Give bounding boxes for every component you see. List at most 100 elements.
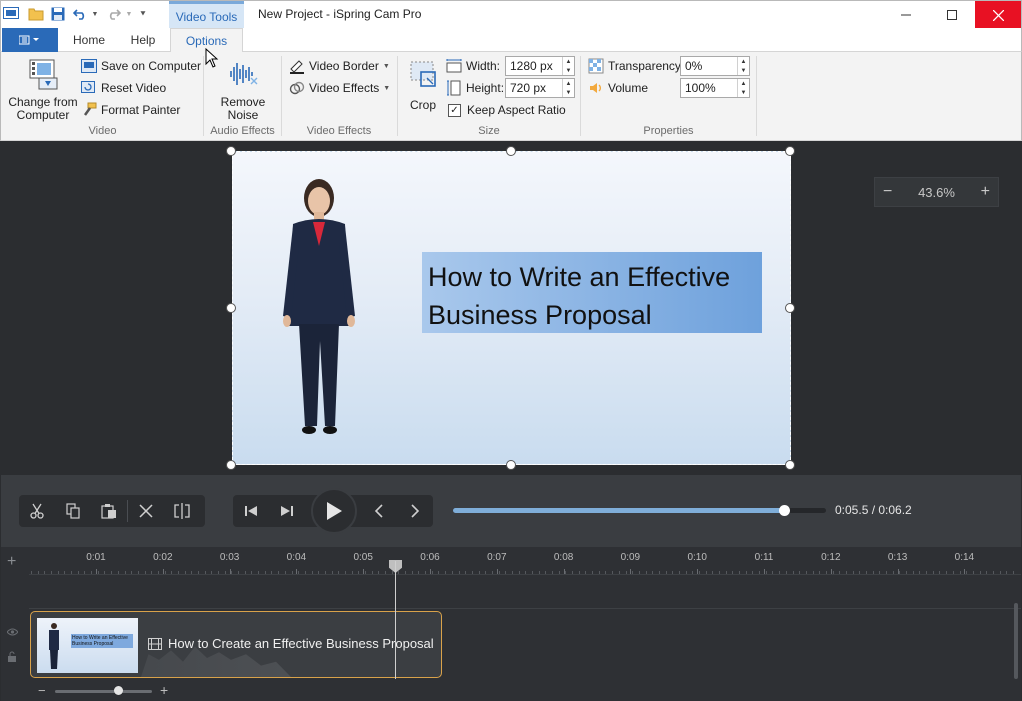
- zoom-level: 43.6%: [918, 184, 955, 200]
- tab-home[interactable]: Home: [61, 28, 117, 52]
- ruler-minor-tick: [819, 571, 821, 574]
- save-icon[interactable]: [49, 6, 67, 22]
- video-clip[interactable]: How to Write an Effective Business Propo…: [30, 611, 442, 678]
- ruler-minor-tick: [191, 571, 193, 574]
- undo-dropdown-icon[interactable]: ▼: [90, 6, 100, 22]
- height-icon: [446, 80, 462, 96]
- ruler-minor-tick: [371, 571, 373, 574]
- keep-aspect-ratio-label: Keep Aspect Ratio: [467, 103, 566, 117]
- zoom-in-button[interactable]: +: [981, 183, 990, 201]
- stepper-up-icon[interactable]: ▲: [738, 79, 749, 88]
- skip-to-end-button[interactable]: [269, 495, 305, 527]
- volume-stepper[interactable]: ▲ ▼: [737, 79, 749, 97]
- timeline-ruler[interactable]: 0:01 0:02 0:03 0:04 0:05 0:06 0:07 0:08 0:09 0:10…: [29, 547, 1021, 575]
- zoom-out-button[interactable]: −: [883, 183, 892, 201]
- delete-button[interactable]: [128, 495, 164, 527]
- reset-video-icon: [81, 80, 97, 96]
- checkmark-icon[interactable]: ✓: [448, 103, 461, 117]
- redo-dropdown-icon[interactable]: ▼: [124, 6, 134, 22]
- video-effects-button[interactable]: Video Effects ▼: [289, 78, 390, 98]
- stepper-down-icon[interactable]: ▼: [738, 88, 749, 97]
- minimize-button[interactable]: [883, 1, 929, 29]
- next-frame-button[interactable]: [397, 495, 433, 527]
- ruler-minor-tick: [144, 571, 146, 574]
- cut-button[interactable]: [19, 495, 55, 527]
- video-preview[interactable]: How to Write an Effective Business Propo…: [232, 151, 791, 465]
- height-label: Height:: [466, 81, 505, 95]
- stepper-up-icon[interactable]: ▲: [738, 57, 749, 66]
- keep-aspect-ratio-checkbox[interactable]: ✓ Keep Aspect Ratio: [448, 100, 566, 120]
- stepper-down-icon[interactable]: ▼: [738, 66, 749, 75]
- tab-help[interactable]: Help: [119, 28, 167, 52]
- save-on-computer-button[interactable]: Save on Computer: [81, 56, 201, 76]
- redo-icon[interactable]: [105, 6, 123, 22]
- width-input[interactable]: 1280 px ▲ ▼: [505, 56, 575, 76]
- ruler-minor-tick: [812, 571, 814, 574]
- add-track-button[interactable]: +: [7, 553, 16, 571]
- remove-noise-button[interactable]: Remove Noise: [211, 58, 275, 122]
- resize-handle-top[interactable]: [506, 146, 516, 156]
- progress-handle[interactable]: [778, 505, 790, 516]
- open-folder-icon[interactable]: [27, 6, 45, 22]
- change-from-computer-button[interactable]: Change from Computer: [7, 58, 79, 122]
- copy-button[interactable]: [55, 495, 91, 527]
- undo-icon[interactable]: [71, 6, 89, 22]
- transparency-stepper[interactable]: ▲ ▼: [737, 57, 749, 75]
- timeline-zoom-in-button[interactable]: +: [160, 682, 168, 698]
- ruler-minor-tick: [952, 571, 954, 574]
- close-button[interactable]: [975, 1, 1021, 29]
- file-menu-button[interactable]: [2, 28, 58, 52]
- ruler-minor-tick: [218, 571, 220, 574]
- timeline-zoom-out-button[interactable]: −: [38, 683, 46, 698]
- stepper-down-icon[interactable]: ▼: [563, 88, 574, 97]
- presenter-image: [283, 179, 355, 434]
- ruler-minor-tick: [291, 571, 293, 574]
- timeline-zoom-handle[interactable]: [114, 686, 123, 695]
- ribbon-tab-bar: Home Help Options: [0, 28, 1022, 53]
- eye-icon[interactable]: [6, 627, 19, 639]
- play-button[interactable]: [311, 488, 357, 534]
- resize-handle-bottom-left[interactable]: [226, 460, 236, 470]
- ruler-minor-tick: [732, 571, 734, 574]
- stepper-up-icon[interactable]: ▲: [563, 57, 574, 66]
- ruler-minor-tick: [986, 571, 988, 574]
- split-button[interactable]: [164, 495, 200, 527]
- format-painter-button[interactable]: Format Painter: [81, 100, 180, 120]
- paste-button[interactable]: [91, 495, 127, 527]
- volume-input[interactable]: 100% ▲ ▼: [680, 78, 750, 98]
- ruler-minor-tick: [258, 571, 260, 574]
- skip-to-start-button[interactable]: [233, 495, 269, 527]
- playhead-line[interactable]: [395, 561, 396, 679]
- group-separator: [203, 56, 204, 136]
- crop-button[interactable]: Crop: [403, 58, 443, 112]
- reset-video-button[interactable]: Reset Video: [81, 78, 166, 98]
- resize-handle-right[interactable]: [785, 303, 795, 313]
- ruler-minor-tick: [638, 571, 640, 574]
- timeline-zoom-slider[interactable]: [55, 690, 152, 693]
- lock-icon[interactable]: [7, 651, 17, 665]
- maximize-button[interactable]: [929, 1, 975, 29]
- video-border-button[interactable]: Video Border ▼: [289, 56, 390, 76]
- height-input[interactable]: 720 px ▲ ▼: [505, 78, 575, 98]
- transparency-input[interactable]: 0% ▲ ▼: [680, 56, 750, 76]
- resize-handle-top-right[interactable]: [785, 146, 795, 156]
- group-label-size: Size: [478, 125, 500, 137]
- playback-progress-bar[interactable]: [453, 505, 826, 516]
- resize-handle-top-left[interactable]: [226, 146, 236, 156]
- resize-handle-bottom-right[interactable]: [785, 460, 795, 470]
- ruler-minor-tick: [211, 571, 213, 574]
- stepper-down-icon[interactable]: ▼: [563, 66, 574, 75]
- ribbon: Change from Computer Save on Computer Re…: [0, 48, 1022, 141]
- height-stepper[interactable]: ▲ ▼: [562, 79, 574, 97]
- timeline-scrollbar[interactable]: [1014, 603, 1018, 679]
- ruler-minor-tick: [324, 571, 326, 574]
- width-stepper[interactable]: ▲ ▼: [562, 57, 574, 75]
- ruler-minor-tick: [785, 571, 787, 574]
- previous-frame-button[interactable]: [361, 495, 397, 527]
- customize-toolbar-icon[interactable]: ⯆: [138, 6, 148, 22]
- stepper-up-icon[interactable]: ▲: [563, 79, 574, 88]
- ruler-minor-tick: [1012, 571, 1014, 574]
- ruler-minor-tick: [919, 571, 921, 574]
- resize-handle-left[interactable]: [226, 303, 236, 313]
- resize-handle-bottom[interactable]: [506, 460, 516, 470]
